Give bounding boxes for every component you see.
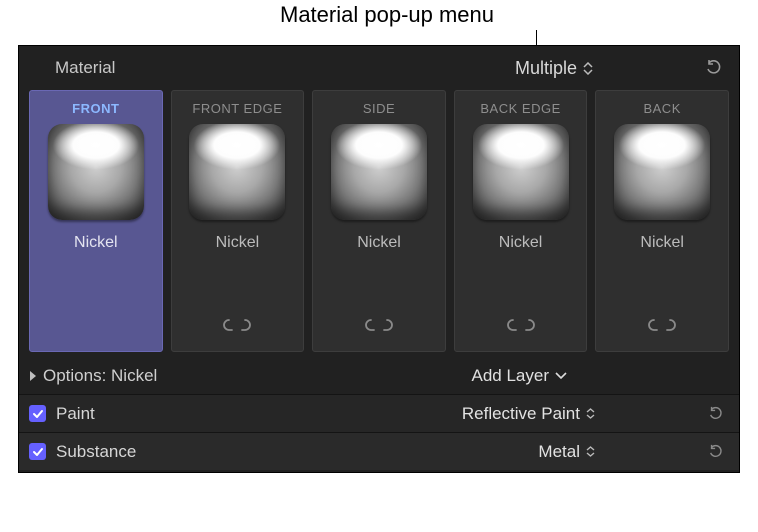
property-value-text: Metal xyxy=(538,442,580,462)
reset-button[interactable] xyxy=(705,444,727,460)
material-popup-value: Multiple xyxy=(515,58,577,79)
material-inspector-panel: Material Multiple FRONT Nickel FRONT EDGE N… xyxy=(18,45,740,473)
disclosure-triangle-icon xyxy=(27,370,39,382)
property-checkbox[interactable] xyxy=(29,405,46,422)
facet-title: SIDE xyxy=(363,101,395,116)
facet-well[interactable]: FRONT EDGE Nickel xyxy=(171,90,305,352)
annotation-label: Material pop-up menu xyxy=(280,2,494,28)
facet-wells: FRONTNickelFRONT EDGENickelSIDENickelBAC… xyxy=(19,90,739,352)
material-swatch[interactable] xyxy=(189,124,285,220)
checkmark-icon xyxy=(32,446,44,458)
popup-caret-icon xyxy=(583,62,593,75)
property-row: Substance Metal xyxy=(19,432,739,470)
reset-button[interactable] xyxy=(705,406,727,422)
facet-title: BACK EDGE xyxy=(480,101,560,116)
options-label: Options: Nickel xyxy=(43,366,157,386)
facet-well[interactable]: FRONT Nickel xyxy=(29,90,163,352)
reset-button[interactable] xyxy=(703,57,725,79)
chain-link-icon xyxy=(220,318,254,337)
material-swatch[interactable] xyxy=(614,124,710,220)
add-layer-label: Add Layer xyxy=(472,366,550,386)
facet-material-name: Nickel xyxy=(357,234,401,252)
popup-caret-icon xyxy=(586,408,595,419)
property-value-text: Reflective Paint xyxy=(462,404,580,424)
property-value-popup[interactable]: Metal xyxy=(538,442,595,462)
material-swatch[interactable] xyxy=(48,124,144,220)
material-popup-menu[interactable]: Multiple xyxy=(515,58,593,79)
reset-icon xyxy=(708,406,724,422)
reset-icon xyxy=(708,444,724,460)
facet-title: FRONT EDGE xyxy=(192,101,282,116)
options-row: Options: Nickel Add Layer xyxy=(19,358,739,394)
property-label: Substance xyxy=(56,442,136,462)
facet-material-name: Nickel xyxy=(640,234,684,252)
link-toggle[interactable] xyxy=(362,317,396,337)
chain-link-icon xyxy=(504,318,538,337)
facet-well[interactable]: BACK Nickel xyxy=(595,90,729,352)
property-row: Paint Reflective Paint xyxy=(19,394,739,432)
property-label: Paint xyxy=(56,404,95,424)
facet-material-name: Nickel xyxy=(499,234,543,252)
panel-header: Material Multiple xyxy=(19,46,739,90)
facet-material-name: Nickel xyxy=(216,234,260,252)
facet-material-name: Nickel xyxy=(74,234,118,252)
chevron-down-icon xyxy=(555,372,567,380)
facet-well[interactable]: BACK EDGE Nickel xyxy=(454,90,588,352)
options-disclosure[interactable]: Options: Nickel xyxy=(27,366,157,386)
popup-caret-icon xyxy=(586,446,595,457)
link-toggle[interactable] xyxy=(220,317,254,337)
material-swatch[interactable] xyxy=(331,124,427,220)
link-toggle[interactable] xyxy=(645,317,679,337)
checkmark-icon xyxy=(32,408,44,420)
add-layer-popup[interactable]: Add Layer xyxy=(472,366,568,386)
property-checkbox[interactable] xyxy=(29,443,46,460)
chain-link-icon xyxy=(645,318,679,337)
link-toggle[interactable] xyxy=(504,317,538,337)
reset-icon xyxy=(705,59,723,77)
chain-link-icon xyxy=(362,318,396,337)
facet-title: BACK xyxy=(643,101,680,116)
material-swatch[interactable] xyxy=(473,124,569,220)
section-title: Material xyxy=(55,58,115,78)
facet-well[interactable]: SIDE Nickel xyxy=(312,90,446,352)
facet-title: FRONT xyxy=(72,101,119,116)
property-value-popup[interactable]: Reflective Paint xyxy=(462,404,595,424)
